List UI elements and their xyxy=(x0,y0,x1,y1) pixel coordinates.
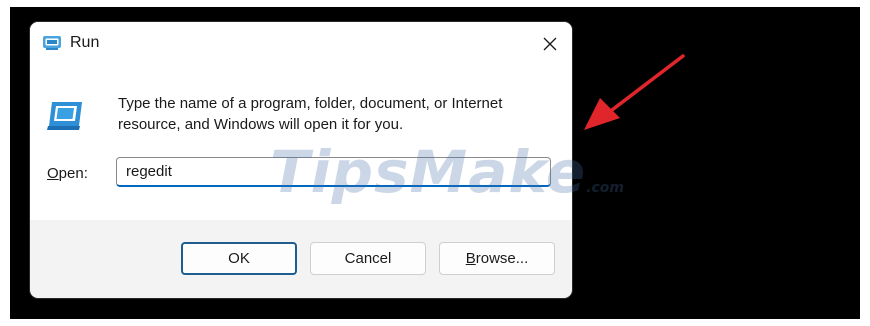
dialog-description: Type the name of a program, folder, docu… xyxy=(118,95,503,133)
ok-button-label: OK xyxy=(228,250,250,267)
open-combobox[interactable] xyxy=(116,157,551,187)
title-bar: Run xyxy=(30,22,572,66)
dialog-content-area: Run Type the name of a program, folder, … xyxy=(30,22,572,220)
run-app-icon xyxy=(42,35,62,51)
ok-button[interactable]: OK xyxy=(181,242,297,275)
open-field-label: Open: xyxy=(47,165,88,182)
red-pointer-arrow-icon xyxy=(584,54,685,130)
close-icon xyxy=(543,37,557,51)
browse-accesskey: B xyxy=(465,250,476,267)
window-title: Run xyxy=(70,34,100,51)
cancel-button[interactable]: Cancel xyxy=(310,242,426,275)
close-button[interactable] xyxy=(528,22,572,66)
run-program-icon xyxy=(46,100,86,132)
cancel-button-label: Cancel xyxy=(344,250,392,267)
open-label-text: pen: xyxy=(58,165,88,182)
run-dialog: Run Type the name of a program, folder, … xyxy=(30,22,572,298)
open-input[interactable] xyxy=(117,158,550,185)
open-label-accesskey: O xyxy=(47,165,59,182)
browse-button-label: rowse... xyxy=(475,250,529,267)
browse-button[interactable]: Browse... xyxy=(439,242,555,275)
